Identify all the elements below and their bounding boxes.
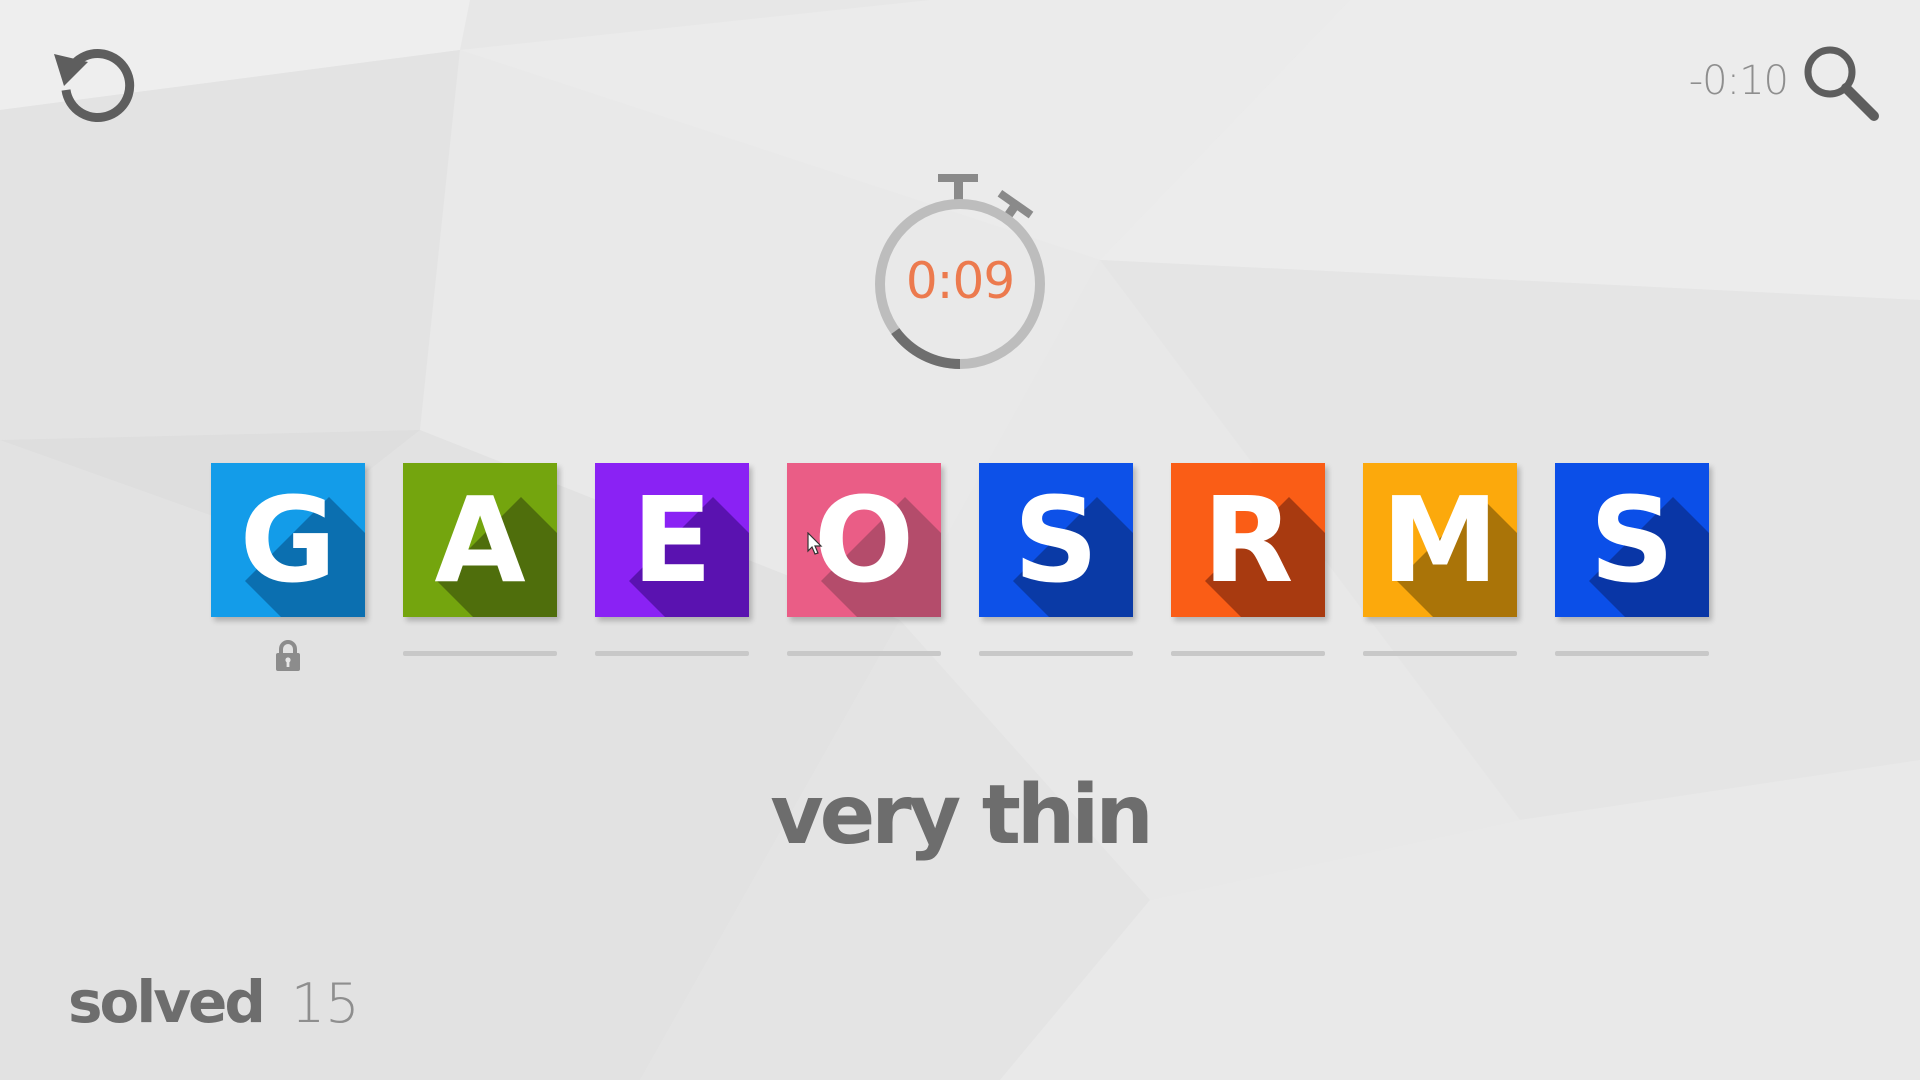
- answer-slot-line: [1555, 651, 1709, 656]
- undo-button[interactable]: [48, 40, 138, 130]
- answer-slot-line: [403, 651, 557, 656]
- tile-slot: G: [211, 463, 365, 673]
- letter-tile[interactable]: A: [403, 463, 557, 617]
- tile-letter: R: [1202, 471, 1294, 609]
- clue-text: very thin: [770, 768, 1154, 863]
- letter-tile[interactable]: M: [1363, 463, 1517, 617]
- cursor-icon: [807, 532, 823, 555]
- timer-progress-arc: [891, 327, 961, 369]
- search-icon: [1804, 46, 1879, 121]
- answer-slot-line: [1363, 651, 1517, 656]
- tile-slot: R: [1171, 463, 1325, 673]
- stopwatch: 0:09: [862, 166, 1058, 382]
- solved-label: solved: [68, 968, 266, 1036]
- letter-tile[interactable]: S: [1555, 463, 1709, 617]
- tile-letter: G: [239, 471, 337, 609]
- tile-letter: A: [434, 471, 526, 609]
- tile-slot: O: [787, 463, 941, 673]
- letter-tile[interactable]: G: [211, 463, 365, 617]
- tile-letter: M: [1381, 471, 1499, 609]
- letter-tile[interactable]: R: [1171, 463, 1325, 617]
- lock-icon: [276, 640, 300, 671]
- solved-count: 15: [290, 972, 360, 1035]
- tile-letter: S: [1589, 471, 1675, 609]
- letter-tile[interactable]: S: [979, 463, 1133, 617]
- tile-letter: E: [631, 471, 713, 609]
- answer-slot-line: [787, 651, 941, 656]
- penalty-time: -0:10: [1688, 58, 1789, 104]
- tile-slot: E: [595, 463, 749, 673]
- answer-slot-line: [595, 651, 749, 656]
- tile-slot: A: [403, 463, 557, 673]
- letter-tiles: GAEOSRMS: [211, 463, 1711, 673]
- undo-icon: [54, 49, 135, 122]
- hint-search-button[interactable]: [1796, 38, 1886, 128]
- tile-slot: M: [1363, 463, 1517, 673]
- solved-counter: solved 15: [68, 968, 360, 1036]
- tile-slot: S: [979, 463, 1133, 673]
- timer-display: 0:09: [905, 252, 1015, 310]
- letter-tile[interactable]: E: [595, 463, 749, 617]
- tile-slot: S: [1555, 463, 1709, 673]
- answer-slot-line: [979, 651, 1133, 656]
- tile-letter: S: [1013, 471, 1099, 609]
- answer-slot-line: [1171, 651, 1325, 656]
